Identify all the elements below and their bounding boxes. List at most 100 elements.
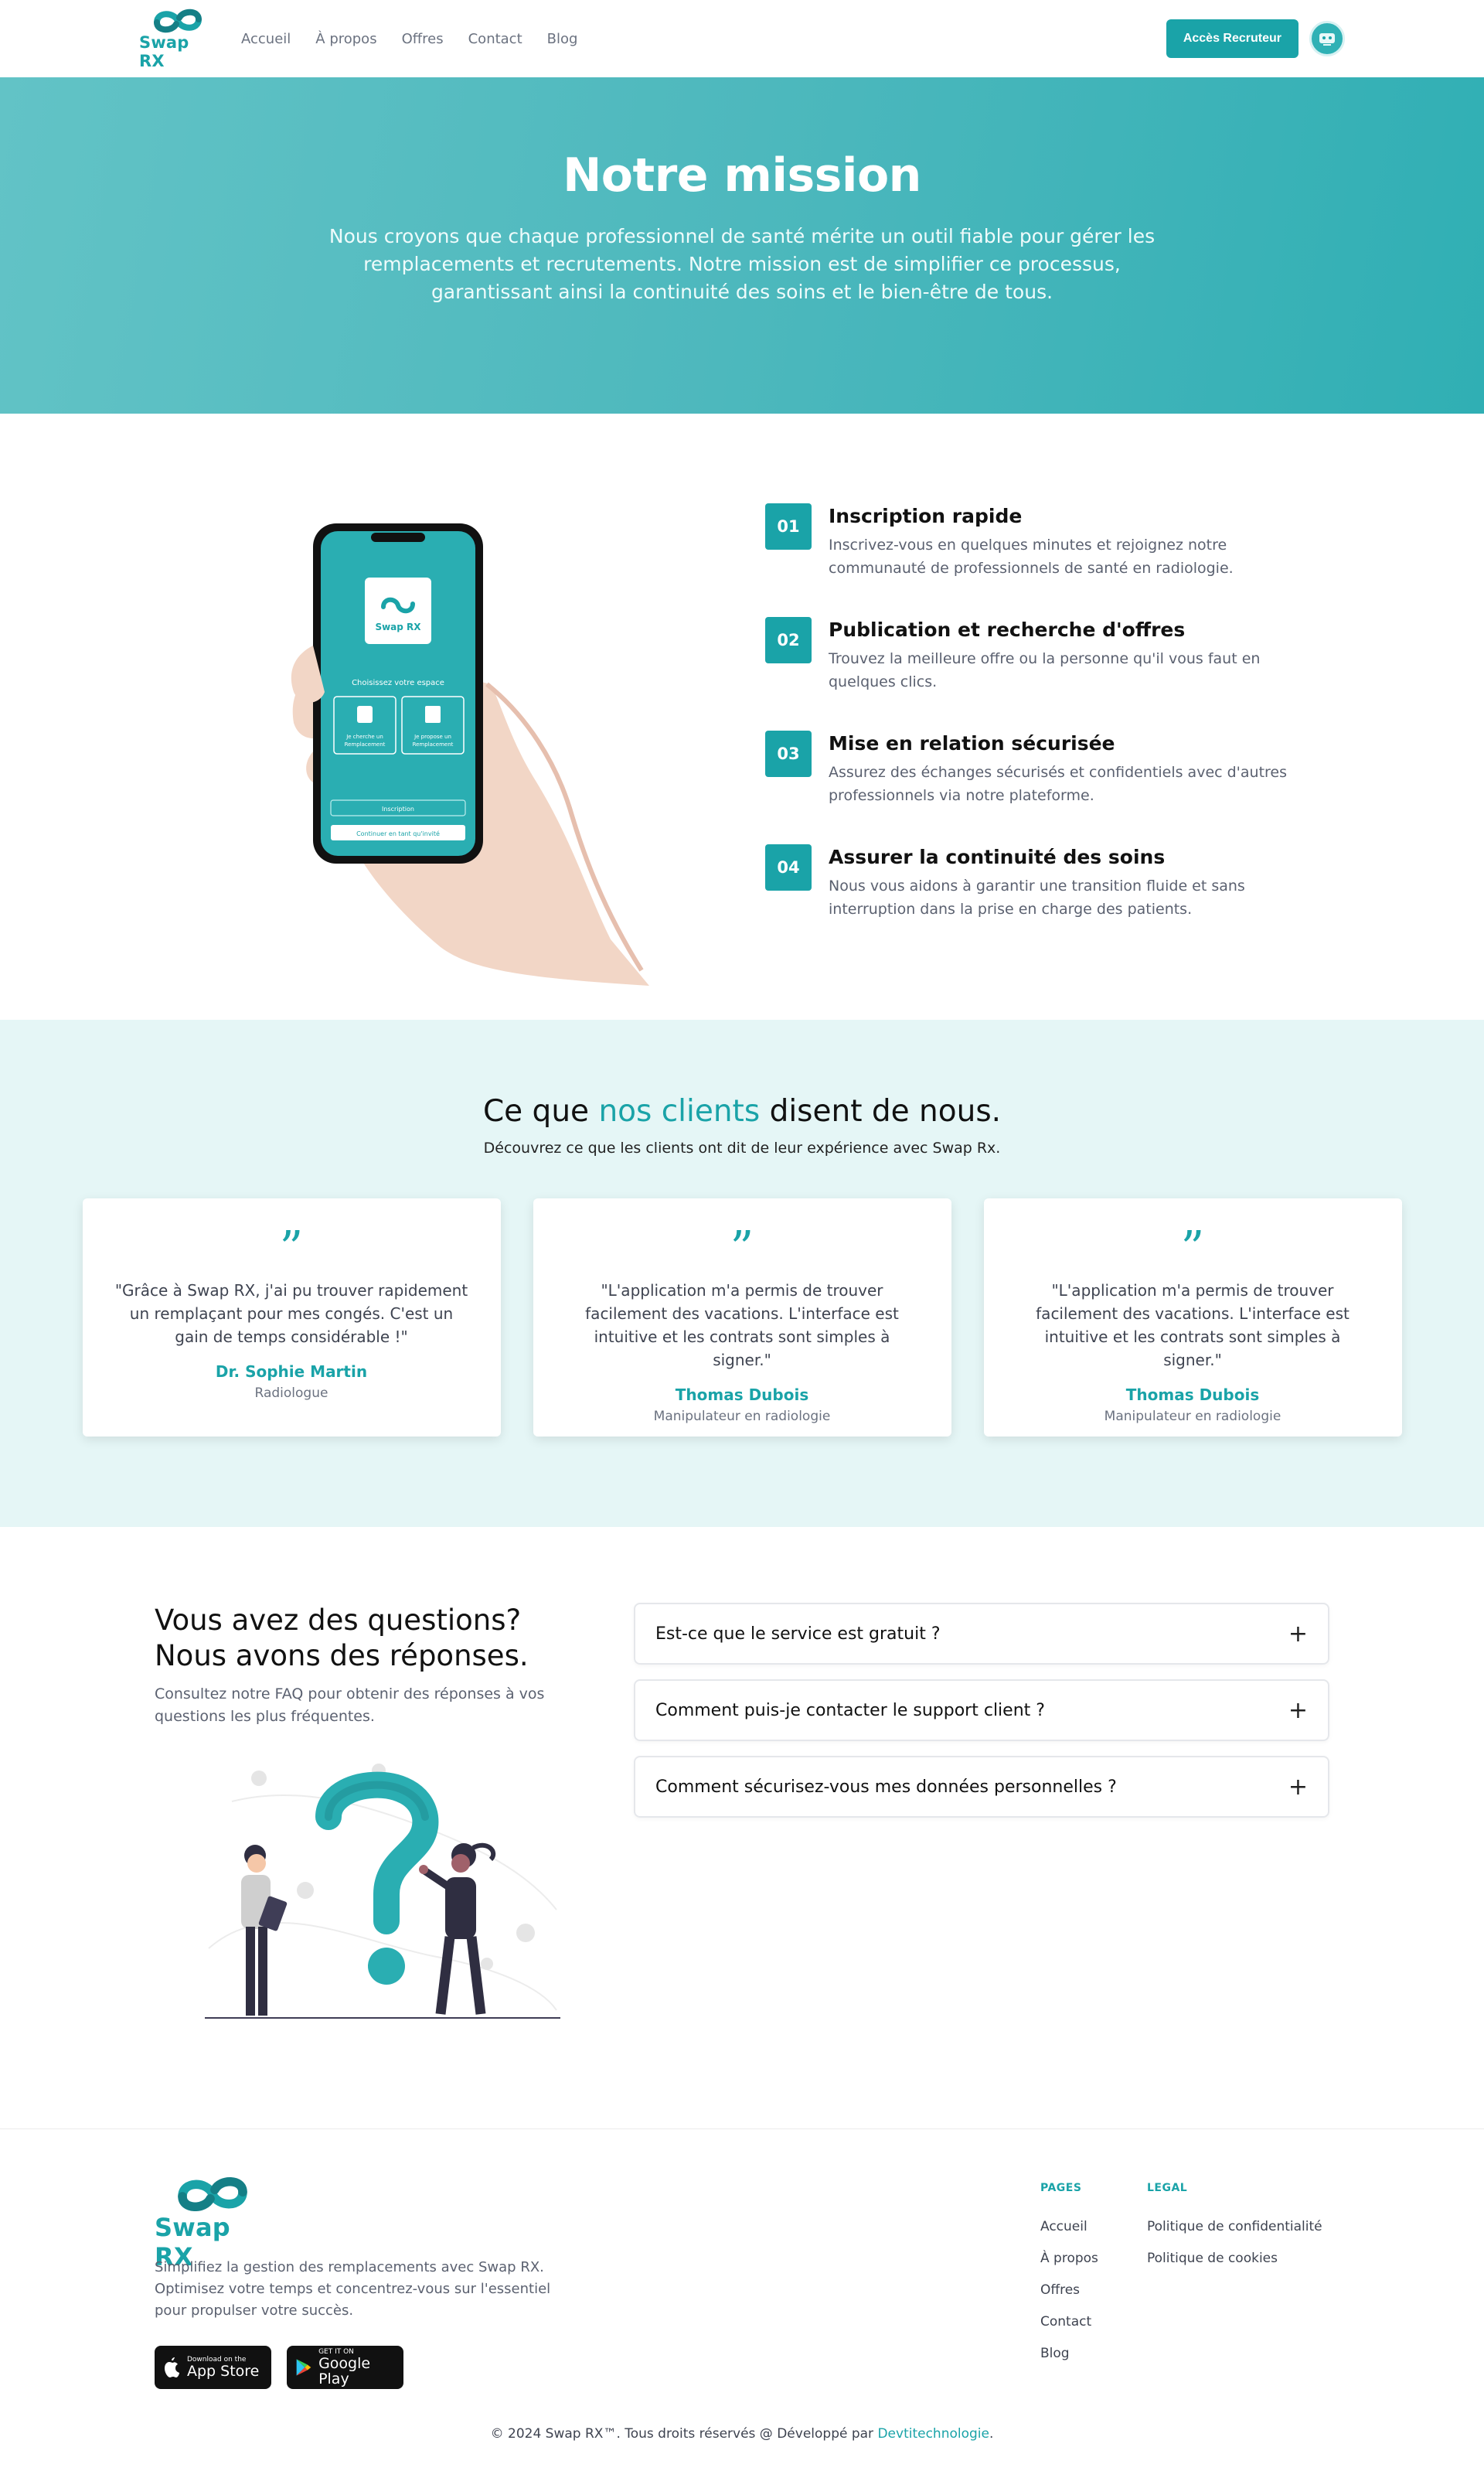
faq-illustration	[201, 1755, 564, 2033]
footer-pages-column: PAGES Accueil À propos Offres Contact Bl…	[1040, 2182, 1098, 2377]
appstore-big-text: App Store	[187, 2363, 260, 2380]
quote-icon: ”	[1180, 1222, 1205, 1276]
hero-text: Nous croyons que chaque professionnel de…	[328, 225, 1156, 303]
footer-pages-heading: PAGES	[1040, 2182, 1082, 2194]
footer-link-blog[interactable]: Blog	[1040, 2346, 1098, 2361]
step-description: Nous vous aidons à garantir une transiti…	[829, 878, 1245, 918]
logo-text: Swap RX	[139, 33, 189, 70]
quote-icon: ”	[730, 1222, 754, 1276]
app-store-badge[interactable]: Download on the App Store	[155, 2346, 271, 2389]
plus-icon[interactable]: +	[1288, 1774, 1308, 1801]
step-number: 02	[765, 617, 812, 663]
testimonials-section: Ce que nos clients disent de nous. Décou…	[0, 1020, 1484, 1527]
svg-text:Je cherche un: Je cherche un	[345, 734, 383, 740]
mission-hero: Notre mission Nous croyons que chaque pr…	[0, 77, 1484, 414]
features-section: Swap RX Choisissez votre espace Je cherc…	[0, 414, 1484, 1020]
testimonial-author: Thomas Dubois	[1125, 1385, 1260, 1404]
testimonial-author: Thomas Dubois	[675, 1385, 809, 1404]
step-item: 03 Mise en relation sécurisée Assurez de…	[765, 731, 1322, 807]
faq-question: Comment sécurisez-vous mes données perso…	[655, 1777, 1117, 1797]
testimonial-card: ” "L'application m'a permis de trouver f…	[983, 1198, 1402, 1437]
footer-link-privacy[interactable]: Politique de confidentialité	[1147, 2219, 1322, 2234]
recruiter-access-button[interactable]: Accès Recruteur	[1166, 19, 1298, 58]
footer-link-offres[interactable]: Offres	[1040, 2282, 1098, 2298]
faq-list: Est-ce que le service est gratuit ? + Co…	[634, 1603, 1329, 1832]
step-description: Inscrivez-vous en quelques minutes et re…	[829, 537, 1234, 577]
phone-choose-text: Choisissez votre espace	[352, 679, 444, 687]
nav-a-propos[interactable]: À propos	[315, 31, 376, 47]
step-description: Assurez des échanges sécurisés et confid…	[829, 764, 1288, 804]
footer-legal-column: LEGAL Politique de confidentialité Polit…	[1147, 2182, 1322, 2282]
footer-link-contact[interactable]: Contact	[1040, 2314, 1098, 2330]
nav-offres[interactable]: Offres	[402, 31, 444, 47]
testimonial-quote: "Grâce à Swap RX, j'ai pu trouver rapide…	[114, 1281, 468, 1346]
nav-contact[interactable]: Contact	[468, 31, 522, 47]
google-play-icon	[296, 2359, 311, 2376]
footer-legal-heading: LEGAL	[1147, 2182, 1188, 2194]
testimonial-author: Dr. Sophie Martin	[215, 1362, 368, 1381]
testimonial-quote: "L'application m'a permis de trouver fac…	[1036, 1281, 1350, 1369]
step-title: Assurer la continuité des soins	[829, 846, 1166, 868]
swap-logo-icon	[154, 9, 202, 33]
testimonial-role: Radiologue	[254, 1385, 328, 1401]
google-play-badge[interactable]: GET IT ON Google Play	[287, 2346, 403, 2389]
user-icon	[1319, 33, 1335, 46]
testimonial-cards: ” "Grâce à Swap RX, j'ai pu trouver rapi…	[0, 1198, 1484, 1437]
copyright: © 2024 Swap RX™. Tous droits réservés @ …	[490, 2426, 994, 2442]
nav-blog[interactable]: Blog	[547, 31, 578, 47]
footer-link-cookies[interactable]: Politique de cookies	[1147, 2251, 1322, 2266]
footer-link-a-propos[interactable]: À propos	[1040, 2251, 1098, 2266]
footer-description: Simplifiez la gestion des remplacements …	[155, 2259, 551, 2319]
user-avatar[interactable]	[1309, 21, 1345, 56]
nav-accueil[interactable]: Accueil	[241, 31, 291, 47]
phone-signup-text: Inscription	[382, 806, 414, 813]
testimonial-quote: "L'application m'a permis de trouver fac…	[585, 1281, 899, 1369]
faq-intro: Vous avez des questions? Nous avons des r…	[155, 1603, 587, 1728]
faq-subtitle: Consultez notre FAQ pour obtenir des rép…	[155, 1685, 545, 1725]
step-item: 04 Assurer la continuité des soins Nous …	[765, 844, 1322, 921]
quote-icon: ”	[279, 1222, 304, 1276]
store-badges: Download on the App Store GET IT ON Goog…	[155, 2346, 403, 2389]
faq-question: Est-ce que le service est gratuit ?	[655, 1624, 941, 1644]
apple-icon	[165, 2357, 179, 2377]
site-footer: Swap RX Simplifiez la gestion des rempla…	[0, 2128, 1484, 2476]
testimonials-title: Ce que nos clients disent de nous.	[482, 1094, 1002, 1129]
svg-text:Remplacement: Remplacement	[345, 741, 386, 748]
svg-text:Je propose un: Je propose un	[414, 734, 451, 740]
step-description: Trouvez la meilleure offre ou la personn…	[829, 650, 1261, 690]
step-number: 01	[765, 503, 812, 550]
footer-link-accueil[interactable]: Accueil	[1040, 2219, 1098, 2234]
hand-holding-phone-image: Swap RX Choisissez votre espace Je cherc…	[291, 523, 649, 986]
question-mark-illustration	[205, 1764, 560, 2019]
faq-question-item[interactable]: Est-ce que le service est gratuit ? +	[634, 1603, 1329, 1665]
step-title: Mise en relation sécurisée	[829, 732, 1115, 755]
step-number: 04	[765, 844, 812, 891]
step-item: 02 Publication et recherche d'offres Tro…	[765, 617, 1322, 694]
faq-question: Comment puis-je contacter le support cli…	[655, 1700, 1045, 1720]
main-nav: Accueil À propos Offres Contact Blog	[241, 31, 577, 47]
svg-text:Remplacement: Remplacement	[413, 741, 454, 748]
header-actions: Accès Recruteur	[1166, 19, 1345, 58]
site-logo[interactable]: Swap RX	[139, 7, 216, 70]
step-title: Inscription rapide	[829, 505, 1023, 527]
googleplay-big-text: Google Play	[318, 2355, 371, 2387]
hero-title: Notre mission	[563, 148, 921, 203]
step-item: 01 Inscription rapide Inscrivez-vous en …	[765, 503, 1322, 580]
phone-illustration: Swap RX Choisissez votre espace Je cherc…	[278, 506, 665, 986]
plus-icon[interactable]: +	[1288, 1697, 1308, 1724]
testimonial-role: Manipulateur en radiologie	[653, 1409, 831, 1424]
phone-logo-text: Swap RX	[375, 622, 421, 632]
developer-link[interactable]: Devtitechnologie	[877, 2426, 989, 2442]
testimonial-card: ” "Grâce à Swap RX, j'ai pu trouver rapi…	[82, 1198, 501, 1437]
phone-guest-text: Continuer en tant qu'invité	[356, 830, 440, 837]
faq-question-item[interactable]: Comment puis-je contacter le support cli…	[634, 1679, 1329, 1741]
plus-icon[interactable]: +	[1288, 1621, 1308, 1648]
faq-title: Vous avez des questions? Nous avons des r…	[155, 1604, 529, 1672]
faq-question-item[interactable]: Comment sécurisez-vous mes données perso…	[634, 1756, 1329, 1818]
faq-section: Vous avez des questions? Nous avons des r…	[0, 1527, 1484, 2128]
testimonials-subtitle: Découvrez ce que les clients ont dit de …	[483, 1140, 1001, 1157]
site-header: Swap RX Accueil À propos Offres Contact …	[0, 0, 1484, 77]
swap-logo-icon	[178, 2176, 247, 2212]
testimonial-role: Manipulateur en radiologie	[1104, 1409, 1281, 1424]
testimonial-card: ” "L'application m'a permis de trouver f…	[533, 1198, 951, 1437]
